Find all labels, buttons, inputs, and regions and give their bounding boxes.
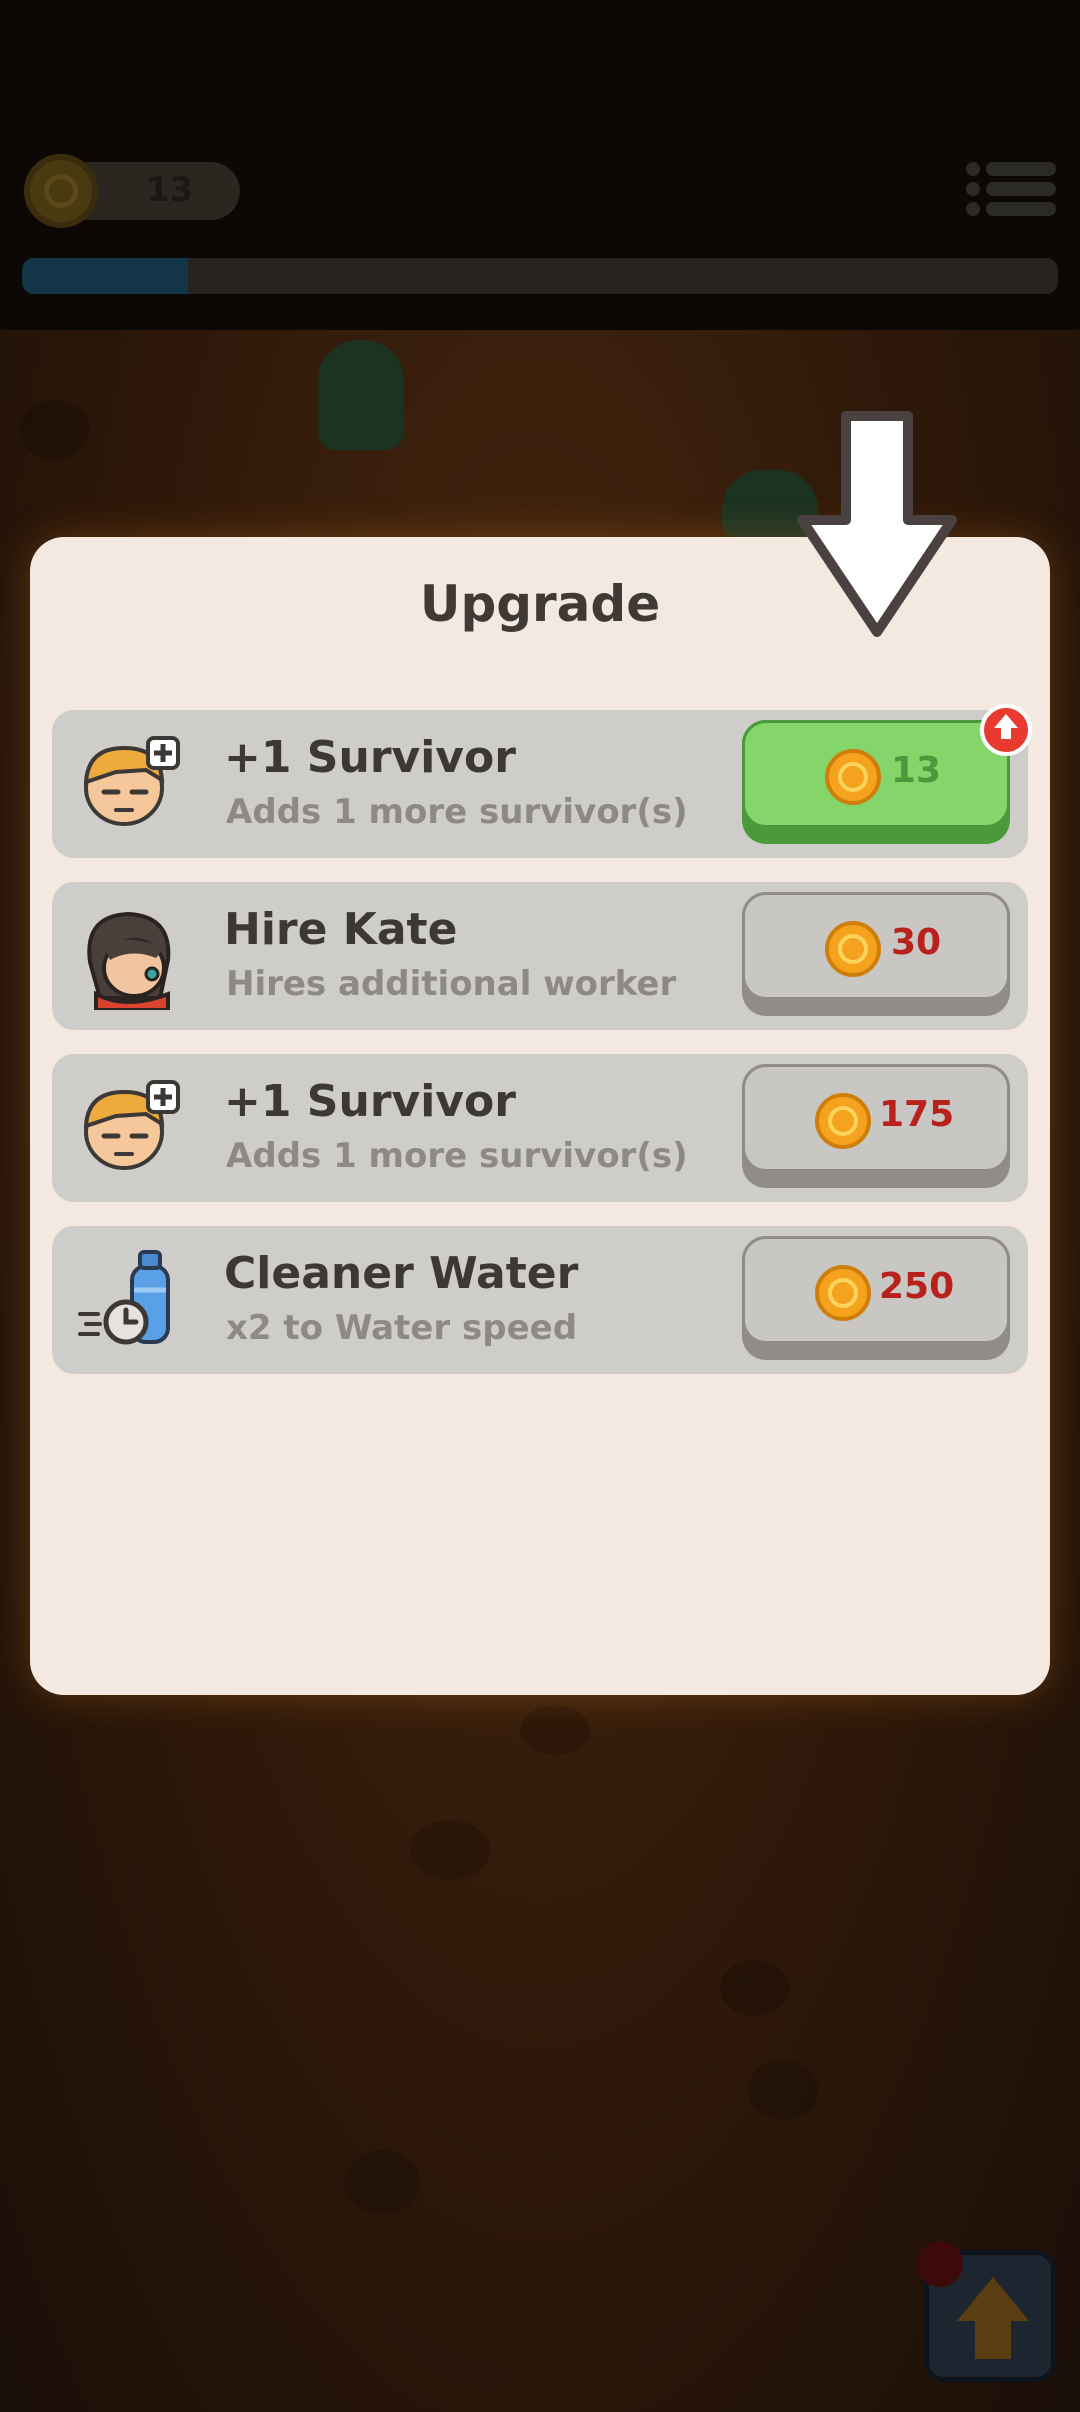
buy-button[interactable]: 30 [742,892,1010,1016]
upgrade-modal: Upgrade +1 Survivor Adds 1 more survivor… [30,537,1050,1695]
tutorial-arrow-icon [797,411,957,637]
water-bottle-speed-icon [78,1250,170,1345]
bush-decoration [344,2150,420,2214]
upgrade-description: Hires additional worker [226,964,677,1004]
upgrade-shortcut-button[interactable] [917,2241,1056,2382]
rock-decoration [720,1960,790,2016]
upgrade-description: Adds 1 more survivor(s) [226,1136,688,1176]
kate-portrait-icon [87,911,171,1010]
level-progress-fill [22,258,188,294]
coin-icon [24,154,98,228]
upgrade-row: Hire Kate Hires additional worker 30 [52,882,1028,1030]
upgrade-description: x2 to Water speed [226,1308,578,1348]
upgrade-name: +1 Survivor [224,732,516,783]
menu-list-icon[interactable] [986,162,1056,224]
upgrade-description: Adds 1 more survivor(s) [226,792,688,832]
coin-count: 13 [146,170,194,210]
price-label: 30 [891,922,942,963]
upgrade-name: Hire Kate [224,904,458,955]
price-label: 175 [879,1094,955,1135]
bush-decoration [410,1820,490,1880]
bush-decoration [748,2060,818,2120]
upgrade-name: Cleaner Water [224,1248,579,1299]
survivor-plus-icon [83,1080,180,1170]
buy-button[interactable]: 13 [742,720,1010,844]
coin-icon [815,1093,871,1149]
upgrade-name: +1 Survivor [224,1076,516,1127]
coin-icon [815,1265,871,1321]
price-label: 13 [891,750,942,791]
coin-icon [825,749,881,805]
upgrade-available-badge-icon [980,704,1032,756]
coin-icon [825,921,881,977]
level-progress-bar [22,258,1058,294]
upgrade-row: +1 Survivor Adds 1 more survivor(s) 13 [52,704,1032,858]
survivor-plus-icon [83,736,180,826]
top-hud: 13 [0,0,1080,330]
bush-decoration [520,1705,590,1755]
buy-button[interactable]: 175 [742,1064,1010,1188]
zombie-character [318,340,404,450]
price-label: 250 [879,1266,955,1307]
upgrade-row: +1 Survivor Adds 1 more survivor(s) 175 [52,1054,1028,1202]
coin-counter: 13 [24,154,240,228]
upgrade-arrow-icon [957,2277,1029,2321]
buy-button[interactable]: 250 [742,1236,1010,1360]
bush-decoration [20,400,90,460]
upgrade-row: Cleaner Water x2 to Water speed 250 [52,1226,1028,1374]
